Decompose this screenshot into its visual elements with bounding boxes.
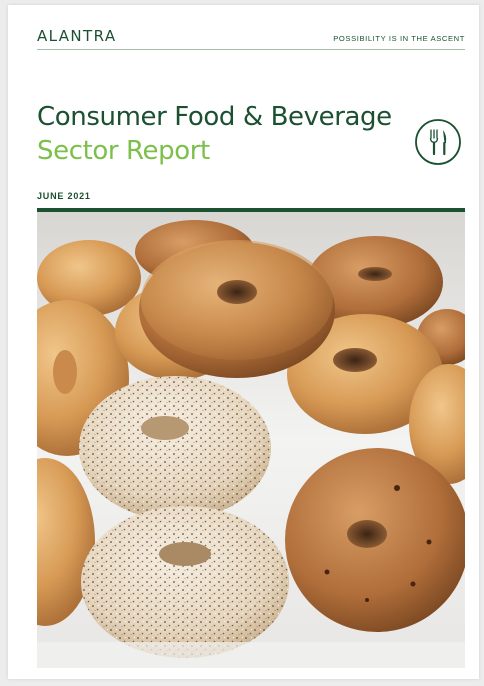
report-date: JUNE 2021 bbox=[37, 191, 91, 201]
tagline: POSSIBILITY IS IN THE ASCENT bbox=[333, 34, 465, 43]
report-title: Consumer Food & Beverage bbox=[37, 102, 392, 132]
report-cover-page: ALANTRA POSSIBILITY IS IN THE ASCENT Con… bbox=[8, 5, 479, 679]
brand-logo-text: ALANTRA bbox=[37, 27, 117, 45]
report-subtitle: Sector Report bbox=[37, 136, 210, 166]
fork-knife-icon bbox=[415, 119, 461, 165]
header-divider bbox=[37, 49, 465, 50]
bagels-photo bbox=[37, 212, 465, 668]
